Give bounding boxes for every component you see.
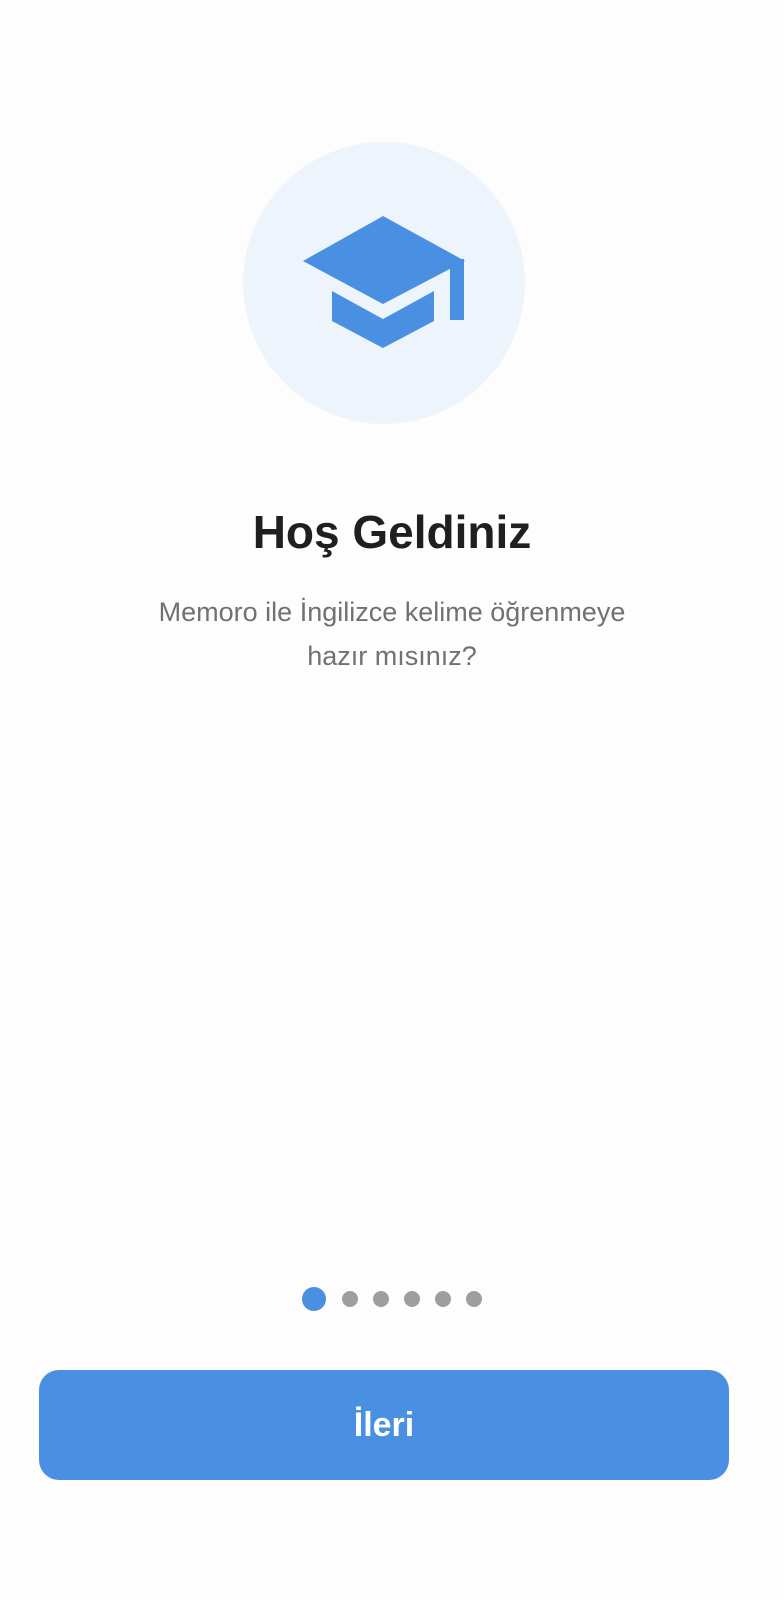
page-indicator — [0, 1286, 784, 1312]
page-dot-3[interactable] — [373, 1291, 390, 1307]
graduation-cap-icon — [303, 216, 465, 348]
page-dot-2[interactable] — [342, 1291, 359, 1307]
page-dot-5[interactable] — [435, 1291, 452, 1307]
page-dot-4[interactable] — [404, 1291, 421, 1307]
hero-illustration — [243, 142, 525, 424]
page-subtitle: Memoro ile İngilizce kelime öğrenmeye ha… — [158, 597, 626, 671]
page-dot-6[interactable] — [466, 1291, 483, 1307]
next-button-label: İleri — [353, 1405, 415, 1444]
page-dot-1-active[interactable] — [301, 1287, 326, 1311]
page-title: Hoş Geldiniz — [252, 506, 532, 558]
next-button[interactable]: İleri — [39, 1370, 729, 1480]
